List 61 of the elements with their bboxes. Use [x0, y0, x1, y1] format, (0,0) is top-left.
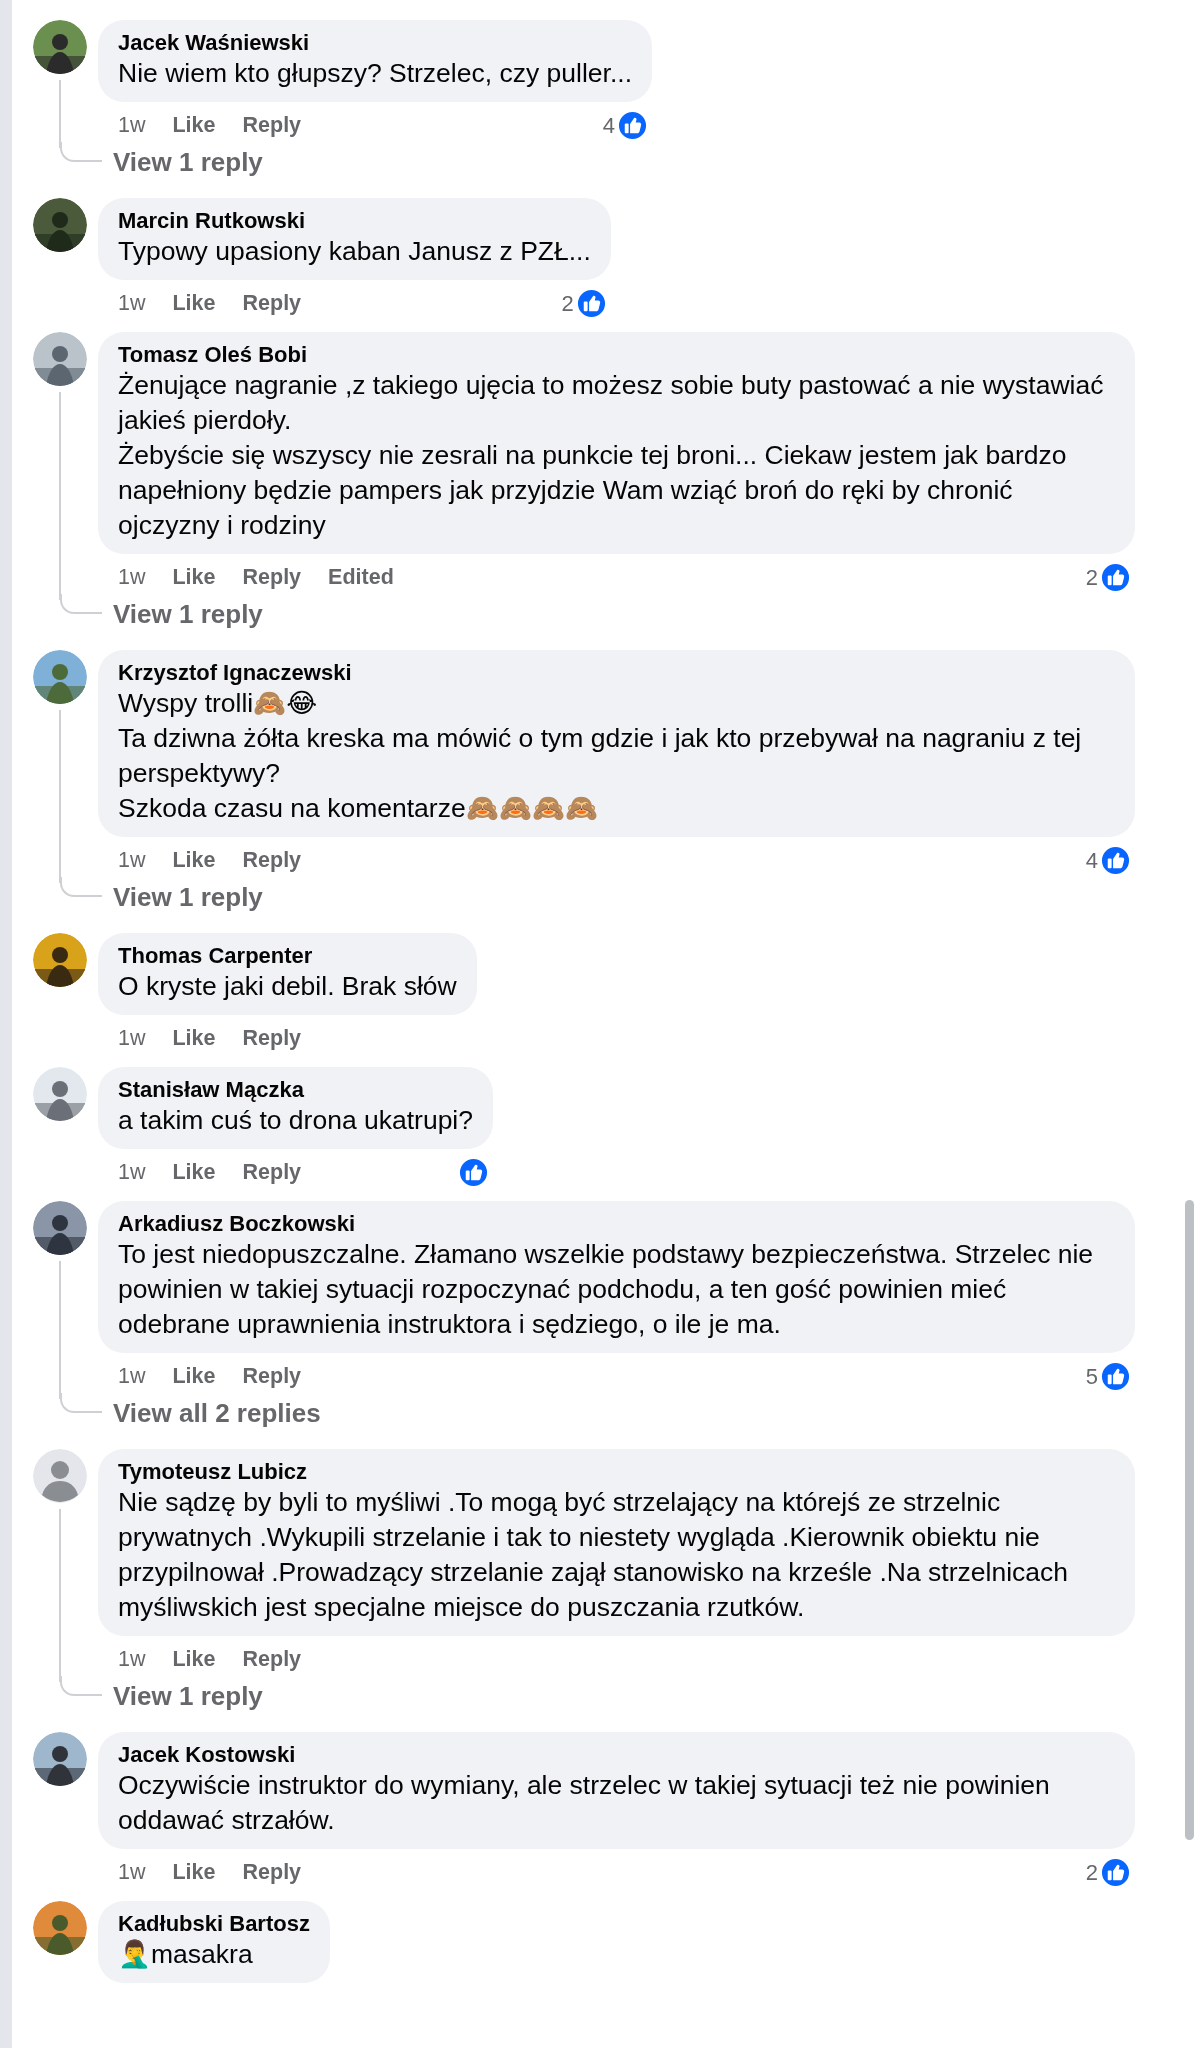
- avatar-icon[interactable]: [33, 1449, 87, 1503]
- author-name[interactable]: Krzysztof Ignaczewski: [118, 659, 1115, 686]
- timestamp[interactable]: 1w: [118, 1021, 146, 1055]
- comment-text: To jest niedopuszczalne. Złamano wszelkie podstawy bezpieczeństwa. Strzelec nie powinien w takiej sytuacji rozpoczynać podchodu, a ten gość powinien mieć odebrane uprawnienia instruktora i sędziego, o ile je ma.: [118, 1238, 1095, 1341]
- author-name[interactable]: Stanisław Mączka: [118, 1076, 473, 1103]
- comment-text: Nie wiem kto głupszy? Strzelec, czy puller...: [118, 57, 632, 90]
- timestamp[interactable]: 1w: [118, 1359, 146, 1393]
- like-link[interactable]: Like: [172, 1021, 216, 1055]
- reply-link[interactable]: Reply: [242, 1155, 302, 1189]
- timestamp[interactable]: 1w: [118, 560, 146, 594]
- reply-link[interactable]: Reply: [242, 286, 302, 320]
- author-name[interactable]: Thomas Carpenter: [118, 942, 457, 969]
- author-name[interactable]: Jacek Kostowski: [118, 1741, 1115, 1768]
- author-name[interactable]: Tymoteusz Lubicz: [118, 1458, 1115, 1485]
- reply-link[interactable]: Reply: [242, 1359, 302, 1393]
- like-link[interactable]: Like: [172, 286, 216, 320]
- edited-label: Edited: [328, 563, 394, 591]
- view-replies-link[interactable]: View all 2 replies: [113, 1399, 321, 1427]
- like-link[interactable]: Like: [172, 1642, 216, 1676]
- reaction-count[interactable]: 5: [1085, 1359, 1098, 1393]
- reply-link[interactable]: Reply: [242, 108, 302, 142]
- timestamp[interactable]: 1w: [118, 1855, 146, 1889]
- reply-link[interactable]: Reply: [242, 560, 302, 594]
- reply-link[interactable]: Reply: [242, 1021, 302, 1055]
- reaction-count[interactable]: 2: [1085, 560, 1098, 594]
- like-link[interactable]: Like: [172, 560, 216, 594]
- reaction-count[interactable]: 2: [1085, 1855, 1098, 1889]
- comment-text: O kryste jaki debil. Brak słów: [118, 970, 457, 1003]
- timestamp[interactable]: 1w: [118, 843, 146, 877]
- comment-text: 🤦‍♂masakra: [118, 1938, 254, 1971]
- comment-text: Wyspy trolli🙈😂 Ta dziwna żółta kreska ma mówić o tym gdzie i jak kto przebywał na nagraniu z tej perspektywy? Szkoda czasu na komentarze🙈🙈🙈🙈: [118, 687, 1083, 825]
- like-link[interactable]: Like: [172, 1155, 216, 1189]
- view-replies-link[interactable]: View 1 reply: [113, 883, 263, 911]
- timestamp[interactable]: 1w: [118, 1642, 146, 1676]
- timestamp[interactable]: 1w: [118, 286, 146, 320]
- comment-text: Oczywiście instruktor do wymiany, ale strzelec w takiej sytuacji też nie powinien oddawać strzałów.: [118, 1769, 1051, 1837]
- like-link[interactable]: Like: [172, 1359, 216, 1393]
- timestamp[interactable]: 1w: [118, 1155, 146, 1189]
- author-name[interactable]: Tomasz Oleś Bobi: [118, 341, 1115, 368]
- timestamp[interactable]: 1w: [118, 108, 146, 142]
- scrollbar[interactable]: [1185, 1200, 1194, 1840]
- view-replies-link[interactable]: View 1 reply: [113, 1682, 263, 1710]
- reaction-count[interactable]: 4: [1085, 843, 1098, 877]
- author-name[interactable]: Marcin Rutkowski: [118, 207, 591, 234]
- like-link[interactable]: Like: [172, 108, 216, 142]
- like-link[interactable]: Like: [172, 843, 216, 877]
- author-name[interactable]: Jacek Waśniewski: [118, 29, 632, 56]
- reaction-count[interactable]: 4: [602, 108, 615, 142]
- reply-link[interactable]: Reply: [242, 1855, 302, 1889]
- comment-text: Żenujące nagranie ,z takiego ujęcia to możesz sobie buty pastować a nie wystawiać jakieś pierdoły. Żebyście się wszyscy nie zesrali na punkcie tej broni... Ciekaw jestem jak bardzo napełniony będzie pampers jak przyjdzie Wam wziąć broń do ręki by chronić ojczyzny i rodziny: [118, 369, 1105, 542]
- like-link[interactable]: Like: [172, 1855, 216, 1889]
- view-replies-link[interactable]: View 1 reply: [113, 600, 263, 628]
- comment-text: Typowy upasiony kaban Janusz z PZŁ...: [118, 235, 591, 268]
- reply-link[interactable]: Reply: [242, 1642, 302, 1676]
- author-name[interactable]: Kadłubski Bartosz: [118, 1910, 310, 1937]
- reaction-count[interactable]: 2: [561, 286, 574, 320]
- reply-link[interactable]: Reply: [242, 843, 302, 877]
- comment-text: a takim cuś to drona ukatrupi?: [118, 1104, 473, 1137]
- view-replies-link[interactable]: View 1 reply: [113, 148, 263, 176]
- comment-text: Nie sądzę by byli to myśliwi .To mogą być strzelający na którejś ze strzelnic prywatnych .Wykupili strzelanie i tak to niestety wygląda .Kierownik obiektu nie przypilnował .Prowadzący strzelanie zajął stanowisko na krześle .Na strzelnicach myśliwskich jest specjalne miejsce do puszczania rzutków.: [118, 1486, 1069, 1624]
- author-name[interactable]: Arkadiusz Boczkowski: [118, 1210, 1115, 1237]
